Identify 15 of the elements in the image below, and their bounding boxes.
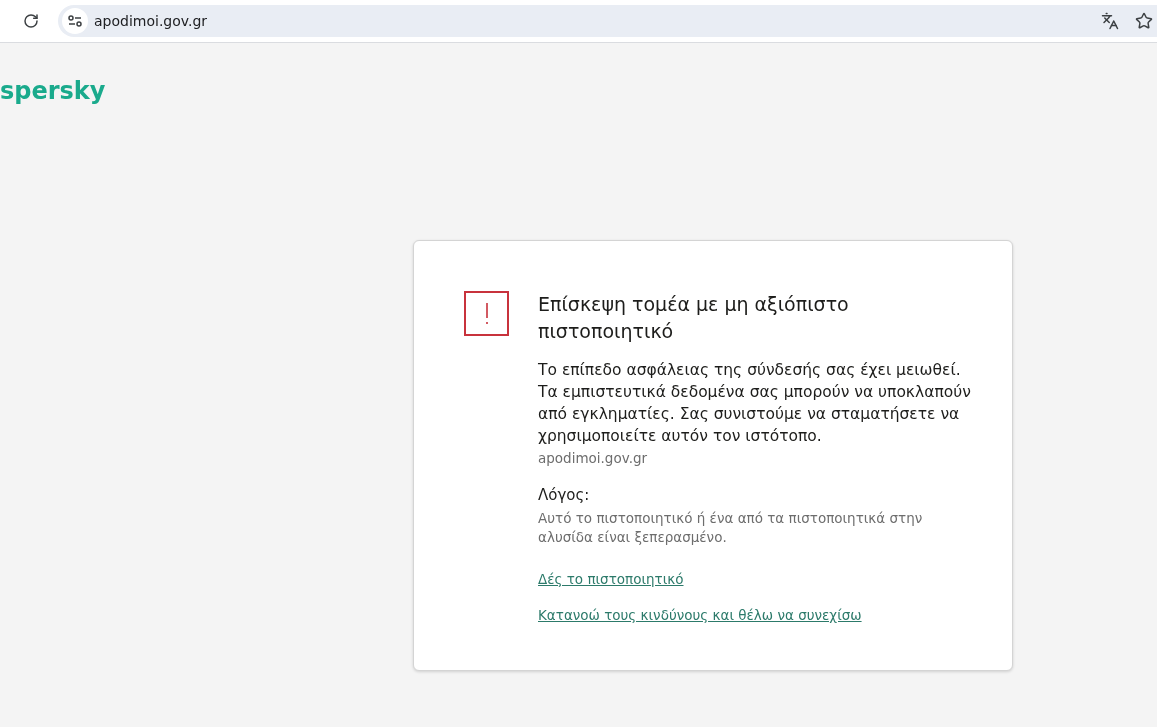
reason-label: Λόγος: <box>538 485 591 507</box>
bookmark-star-icon[interactable] <box>1135 12 1153 30</box>
warning-link[interactable]: Δές το πιστοποιητικό <box>538 568 684 589</box>
reason-text: Αυτό το πιστοποιητικό ή ένα από τα πιστοποιητικά στην αλυσίδα είναι ξεπερασμένο. <box>538 508 924 547</box>
domain-text: apodimoi.gov.gr <box>538 449 649 468</box>
warning-message: Το επίπεδο ασφάλειας της σύνδεσής σας έχει μειωθεί. Τα εμπιστευτικά δεδομένα σας μπορούν να υποκλαπούν από εγκληματίες. Σας συνιστούμε να σταματήσετε να χρησιμοποιείτε αυτόν τον ιστότοπο. <box>538 360 972 447</box>
warning-title: Επίσκεψη τομέα με μη αξιόπιστο πιστοποιητικό <box>538 292 850 344</box>
reload-icon[interactable] <box>22 12 40 30</box>
translate-icon[interactable] <box>1101 12 1119 30</box>
site-settings-icon[interactable] <box>62 8 88 34</box>
warning-link[interactable]: Κατανοώ τους κινδύνους και θέλω να συνεχίσω <box>538 605 862 626</box>
url-text[interactable]: apodimoi.gov.gr <box>94 10 208 32</box>
warning-icon <box>464 291 509 336</box>
brand-logo: spersky <box>0 79 106 103</box>
address-bar[interactable]: apodimoi.gov.gr <box>58 5 1157 37</box>
